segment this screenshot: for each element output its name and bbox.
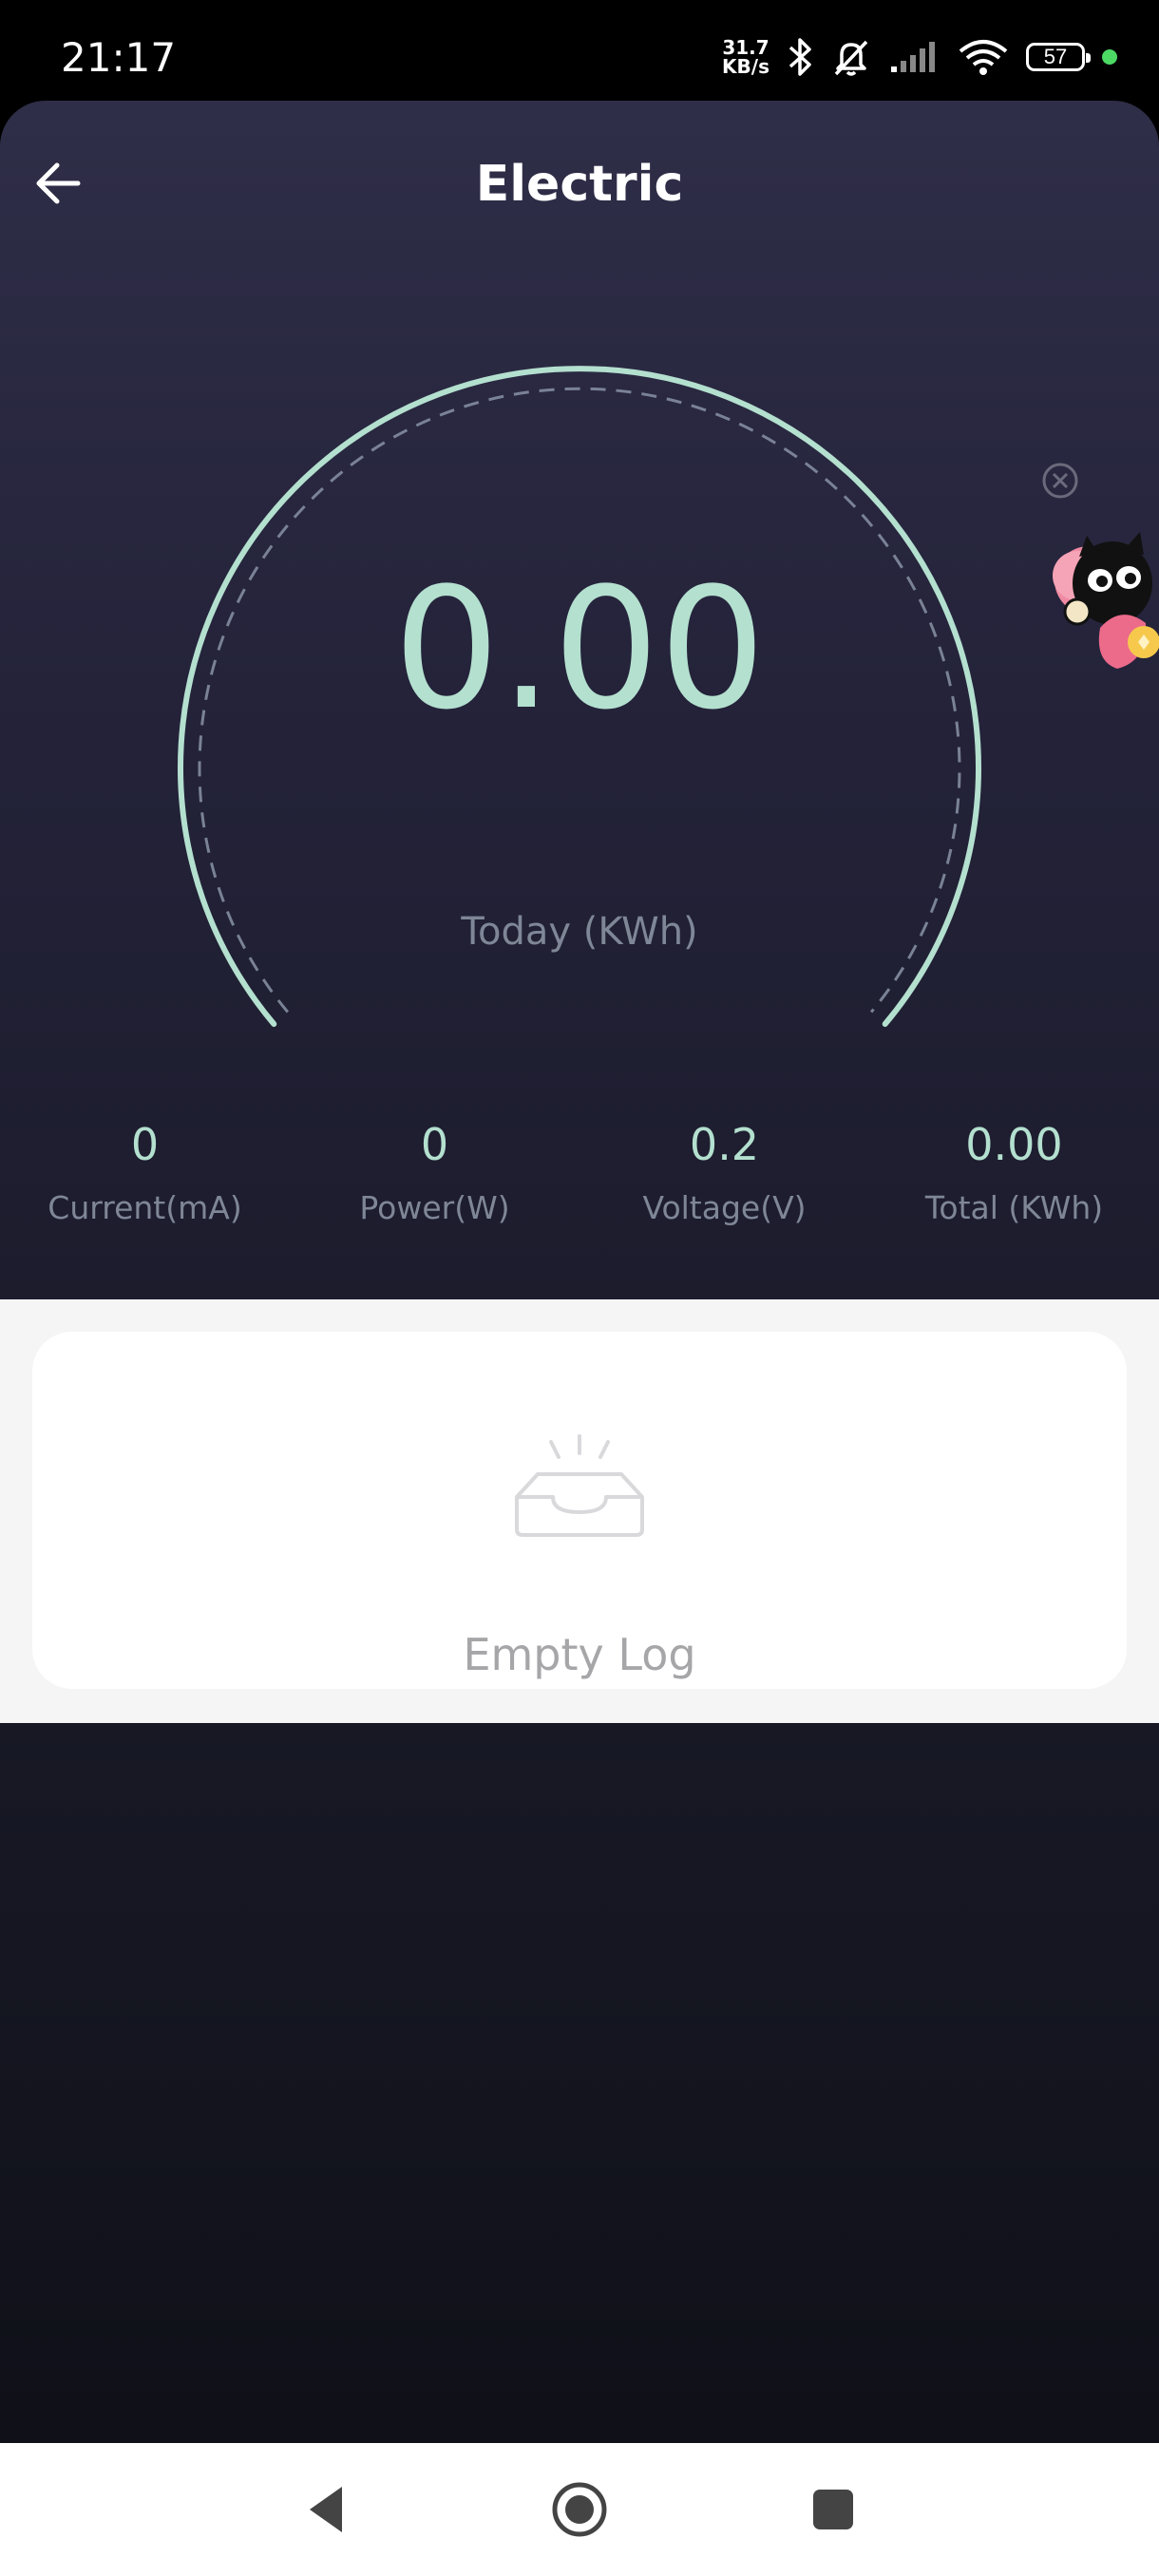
stat-total: 0.00 Total (KWh) (869, 1119, 1159, 1226)
floating-promo-widget[interactable] (1041, 462, 1159, 690)
stat-voltage: 0.2 Voltage(V) (580, 1119, 869, 1226)
wifi-icon (958, 38, 1009, 76)
stat-power: 0 Power(W) (290, 1119, 580, 1226)
stat-value: 0.2 (689, 1119, 760, 1170)
privacy-indicator-dot (1102, 49, 1117, 65)
today-energy-value: 0.00 (393, 552, 766, 747)
network-speed-value: 31.7 (722, 36, 770, 59)
stat-label: Total (KWh) (924, 1189, 1104, 1226)
electric-screen: Electric 0.00 Today (KWh) 0 Current(mA) … (0, 101, 1159, 2443)
status-icons: 31.7 KB/s 57 (722, 30, 1117, 84)
stat-value: 0.00 (965, 1119, 1063, 1170)
empty-inbox-icon (515, 1434, 644, 1537)
stats-row: 0 Current(mA) 0 Power(W) 0.2 Voltage(V) … (0, 1119, 1159, 1226)
mascot-sticker-icon (1053, 532, 1159, 669)
status-time: 21:17 (61, 34, 177, 81)
stat-label: Current(mA) (48, 1189, 242, 1226)
home-circle-icon[interactable] (551, 2481, 608, 2538)
network-speed-unit: KB/s (722, 55, 770, 78)
battery-level: 57 (1043, 45, 1068, 68)
log-section: Empty Log (0, 1299, 1159, 1723)
system-nav-bar (0, 2443, 1159, 2576)
stat-value: 0 (420, 1119, 449, 1170)
stat-current: 0 Current(mA) (0, 1119, 290, 1226)
network-speed: 31.7 KB/s (722, 38, 770, 76)
stat-value: 0 (130, 1119, 160, 1170)
empty-log-text: Empty Log (463, 1629, 696, 1680)
page-title: Electric (475, 156, 684, 213)
back-triangle-icon[interactable] (302, 2481, 350, 2538)
bluetooth-icon (787, 36, 813, 78)
app-header: Electric (0, 101, 1159, 262)
mute-icon (830, 36, 872, 78)
recents-square-icon[interactable] (809, 2481, 857, 2538)
status-bar: 21:17 31.7 KB/s 57 (0, 0, 1159, 104)
stat-label: Voltage(V) (642, 1189, 807, 1226)
battery-icon: 57 (1026, 43, 1091, 71)
today-energy-label: Today (KWh) (461, 910, 698, 954)
signal-icon (889, 40, 940, 74)
stat-label: Power(W) (359, 1189, 510, 1226)
close-circle-icon[interactable] (1041, 462, 1079, 500)
log-card: Empty Log (32, 1332, 1127, 1689)
